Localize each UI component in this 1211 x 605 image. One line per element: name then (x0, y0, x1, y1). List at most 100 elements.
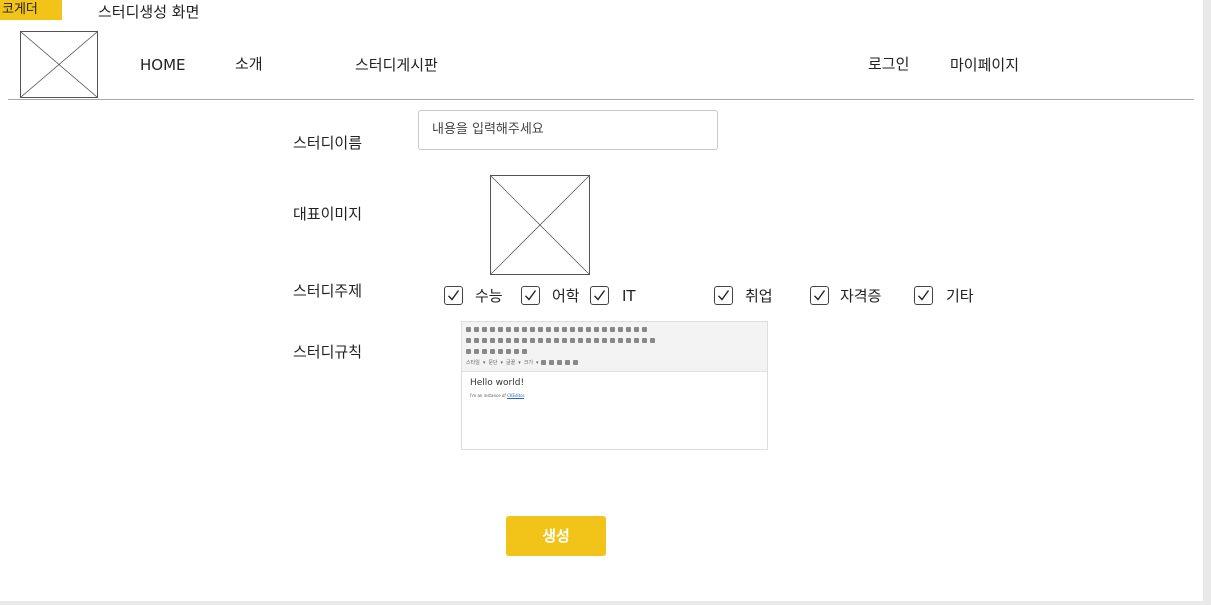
language-icon[interactable] (626, 338, 631, 343)
frame-title: 스터디생성 화면 (98, 3, 200, 21)
study-image-placeholder[interactable] (490, 175, 590, 275)
special-char-icon[interactable] (506, 349, 511, 354)
remove-format-icon[interactable] (522, 338, 527, 343)
superscript-icon[interactable] (506, 338, 511, 343)
nav-study-board[interactable]: 스터디게시판 (355, 55, 438, 75)
justify-icon[interactable] (602, 338, 607, 343)
outdent-icon[interactable] (546, 338, 551, 343)
bold-icon[interactable] (466, 338, 471, 343)
undo-icon[interactable] (530, 327, 535, 332)
horizontal-rule-icon[interactable] (490, 349, 495, 354)
strike-icon[interactable] (490, 338, 495, 343)
link-icon[interactable] (634, 338, 639, 343)
align-right-icon[interactable] (594, 338, 599, 343)
study-name-label: 스터디이름 (293, 134, 363, 152)
textarea-icon[interactable] (610, 327, 615, 332)
find-icon[interactable] (546, 327, 551, 332)
frame-tab: 코게더 (0, 0, 62, 20)
underline-icon[interactable] (482, 338, 487, 343)
ltr-icon[interactable] (610, 338, 615, 343)
image-placeholder-icon (21, 32, 97, 97)
image-button-icon[interactable] (634, 327, 639, 332)
replace-icon[interactable] (554, 327, 559, 332)
iframe-icon[interactable] (522, 349, 527, 354)
italic-icon[interactable] (474, 338, 479, 343)
page-break-icon[interactable] (514, 349, 519, 354)
nav-about[interactable]: 소개 (235, 54, 263, 74)
size-dropdown[interactable]: 크기 (524, 359, 533, 366)
topic-checkbox-it[interactable] (590, 286, 609, 305)
blockquote-icon[interactable] (562, 338, 567, 343)
topic-label-job: 취업 (745, 287, 773, 305)
numbered-list-icon[interactable] (530, 338, 535, 343)
topic-checkbox-suneung[interactable] (444, 286, 463, 305)
smiley-icon[interactable] (498, 349, 503, 354)
align-left-icon[interactable] (578, 338, 583, 343)
show-blocks-icon[interactable] (565, 360, 571, 365)
study-name-input[interactable]: 내용을 입력해주세요 (418, 110, 718, 150)
radio-icon[interactable] (594, 327, 599, 332)
nav-mypage[interactable]: 마이페이지 (950, 55, 1019, 75)
editor-content[interactable]: Hello world! I'm an instance of CKEditor… (462, 372, 767, 404)
copy-format-icon[interactable] (514, 338, 519, 343)
anchor-icon[interactable] (650, 338, 655, 343)
topic-checkbox-etc[interactable] (914, 286, 933, 305)
topic-label-it: IT (622, 287, 636, 305)
select-icon[interactable] (618, 327, 623, 332)
save-icon[interactable] (474, 327, 479, 332)
font-dropdown[interactable]: 글꼴 (506, 359, 515, 366)
new-page-icon[interactable] (482, 327, 487, 332)
format-dropdown[interactable]: 문단 (488, 359, 497, 366)
maximize-icon[interactable] (557, 360, 563, 365)
image-icon[interactable] (466, 349, 471, 354)
text-color-icon[interactable] (541, 360, 547, 365)
select-all-icon[interactable] (562, 327, 567, 332)
topic-label-suneung: 수능 (475, 287, 503, 305)
page-canvas: 코게더 스터디생성 화면 HOME 소개 스터디게시판 로그인 마이페이지 스터… (0, 0, 1203, 601)
check-icon (593, 290, 606, 301)
help-icon[interactable] (573, 360, 579, 365)
paste-icon[interactable] (522, 327, 527, 332)
unlink-icon[interactable] (642, 338, 647, 343)
bulleted-list-icon[interactable] (538, 338, 543, 343)
flash-icon[interactable] (474, 349, 479, 354)
spellcheck-icon[interactable] (570, 327, 575, 332)
image-placeholder-icon (491, 176, 589, 274)
cut-icon[interactable] (506, 327, 511, 332)
div-icon[interactable] (570, 338, 575, 343)
hidden-field-icon[interactable] (642, 327, 647, 332)
topic-label-certificate: 자격증 (840, 287, 882, 305)
editor-toolbar-row-4: 스타일 ▾ 문단 ▾ 글꼴 ▾ 크기 ▾ (466, 357, 763, 368)
rules-rich-text-editor[interactable]: 스타일 ▾ 문단 ▾ 글꼴 ▾ 크기 ▾ Hello world! I'm an ins… (461, 321, 768, 450)
nav-login[interactable]: 로그인 (868, 54, 909, 74)
redo-icon[interactable] (538, 327, 543, 332)
form-icon[interactable] (578, 327, 583, 332)
copy-icon[interactable] (514, 327, 519, 332)
editor-paragraph-link[interactable]: CKEditor (507, 393, 524, 398)
table-icon[interactable] (482, 349, 487, 354)
topic-checkbox-language[interactable] (521, 286, 540, 305)
study-topic-label: 스터디주제 (293, 282, 363, 300)
create-study-button[interactable]: 생성 (506, 516, 606, 556)
study-image-label: 대표이미지 (293, 205, 363, 223)
subscript-icon[interactable] (498, 338, 503, 343)
bg-color-icon[interactable] (549, 360, 555, 365)
editor-heading: Hello world! (470, 378, 525, 388)
logo-image-placeholder[interactable] (20, 31, 98, 98)
source-icon[interactable] (466, 327, 471, 332)
textfield-icon[interactable] (602, 327, 607, 332)
topic-checkbox-job[interactable] (714, 286, 733, 305)
check-icon (813, 290, 826, 301)
topic-checkbox-certificate[interactable] (810, 286, 829, 305)
button-icon[interactable] (626, 327, 631, 332)
nav-home[interactable]: HOME (140, 55, 186, 75)
checkbox-icon[interactable] (586, 327, 591, 332)
indent-icon[interactable] (554, 338, 559, 343)
rtl-icon[interactable] (618, 338, 623, 343)
editor-toolbar-row-1 (466, 324, 763, 335)
align-center-icon[interactable] (586, 338, 591, 343)
preview-icon[interactable] (490, 327, 495, 332)
styles-dropdown[interactable]: 스타일 (466, 359, 480, 366)
print-icon[interactable] (498, 327, 503, 332)
check-icon (447, 290, 460, 301)
